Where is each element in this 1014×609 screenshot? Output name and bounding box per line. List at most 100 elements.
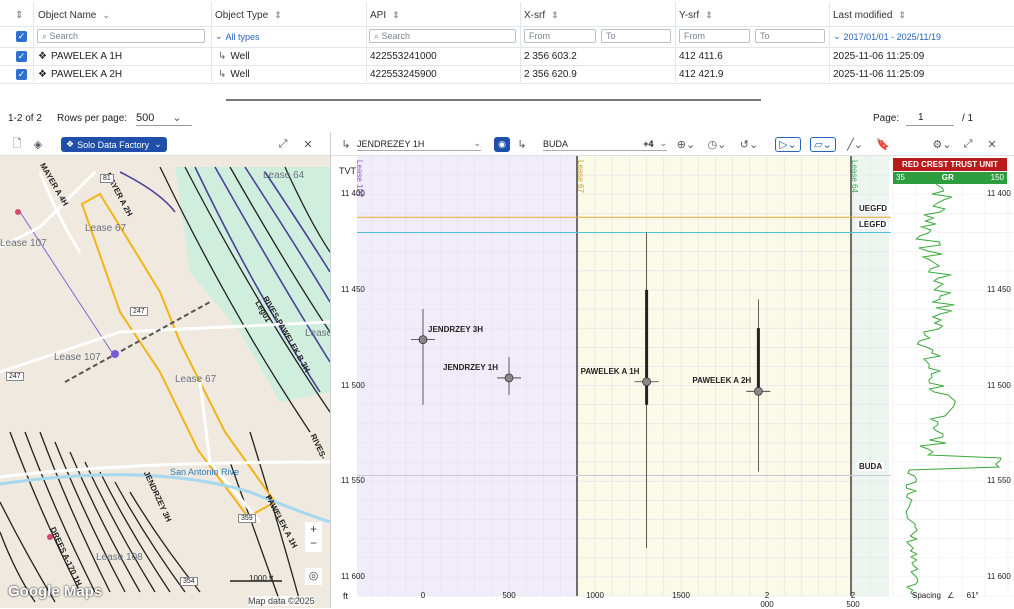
- page-input[interactable]: 1: [906, 110, 954, 126]
- col-header-type[interactable]: Object Type ⇕: [215, 7, 282, 24]
- horizon-label: LEGFD: [857, 219, 889, 229]
- table-row[interactable]: ❖ PAWELEK A 2H: [38, 66, 122, 83]
- horizon-label: UEGFD: [857, 204, 889, 214]
- name-search-input[interactable]: ⌕ Search: [37, 29, 205, 43]
- file-icon[interactable]: 🗋: [10, 137, 24, 151]
- map-label: Lease 67: [85, 223, 127, 234]
- trajectory-icon[interactable]: ↳: [515, 137, 529, 152]
- y-to-input[interactable]: To: [755, 29, 825, 43]
- y-from-input[interactable]: From: [679, 29, 750, 43]
- map-view[interactable]: Lease 64 Lease 67 Lease 107 Lease 107 Le…: [0, 132, 330, 608]
- angle-icon: ∠: [947, 591, 955, 600]
- locate-icon[interactable]: ◎: [305, 568, 322, 585]
- line-tool-icon[interactable]: ╱⌄: [844, 137, 866, 152]
- target-icon[interactable]: ⊕⌄: [676, 137, 696, 152]
- map-label: Lease 107: [54, 352, 101, 363]
- select-all-checkbox[interactable]: ✓: [16, 28, 27, 45]
- api-search-input[interactable]: ⌕ Search: [369, 29, 516, 43]
- zoom-control[interactable]: + −: [305, 522, 322, 552]
- log-title: RED CREST TRUST UNIT: [893, 158, 1007, 171]
- cell-y: 412 411.6: [679, 51, 723, 62]
- well-icon: ↳: [218, 69, 227, 80]
- x-from-input[interactable]: From: [524, 29, 596, 43]
- expand-icon[interactable]: ⤢: [961, 137, 975, 152]
- target-select[interactable]: BUDA +4 ⌄: [543, 137, 667, 151]
- map-label: Lease 107: [0, 238, 47, 249]
- well-select[interactable]: JENDREZEY 1H ⌄: [357, 137, 481, 151]
- section-toolbar: ↳ JENDREZEY 1H ⌄ ◉ ↳ BUDA +4 ⌄ ⊕⌄ ◷⌄ ↺⌄ ▷⌄ …: [331, 132, 1014, 156]
- well-marker: [642, 377, 652, 387]
- row-checkbox[interactable]: ✓: [16, 48, 27, 65]
- signal-icon[interactable]: ◉: [494, 137, 510, 152]
- col-header-modified[interactable]: Last modified ⇕: [833, 7, 906, 24]
- cell-api: 422553245900: [370, 69, 437, 80]
- well-label[interactable]: JENDRZEY 3H: [428, 325, 483, 334]
- well-group-icon: ❖: [38, 69, 47, 80]
- cell-x: 2 356 620.9: [524, 69, 577, 80]
- river-label: San Antonio Rive: [170, 467, 240, 477]
- rows-per-page-select[interactable]: 500 ⌄: [136, 110, 192, 126]
- x-to-input[interactable]: To: [601, 29, 671, 43]
- cell-modified: 2025-11-06 11:25:09: [833, 51, 925, 62]
- x-tick-label: 0: [420, 591, 426, 600]
- depth-tick-label: 11 450: [341, 284, 365, 294]
- well-label[interactable]: PAWELEK A 1H: [581, 367, 640, 376]
- well-marker: [753, 386, 763, 396]
- x-tick-label: 1000: [586, 591, 604, 600]
- road-shield: 359: [238, 514, 256, 523]
- depth-tick-label: 11 600: [341, 571, 365, 581]
- page-total: / 1: [962, 112, 974, 124]
- sort-all-icon[interactable]: ⇕: [15, 7, 23, 24]
- well-label[interactable]: JENDRZEY 1H: [443, 363, 498, 372]
- road-shield: 81: [100, 174, 114, 183]
- gear-icon[interactable]: ⚙⌄: [931, 137, 953, 152]
- row-checkbox[interactable]: ✓: [16, 66, 27, 83]
- col-header-api[interactable]: API ⇕: [370, 7, 400, 24]
- map-attribution: Map data ©2025: [248, 596, 315, 606]
- date-range-filter[interactable]: ⌄ 2017/01/01 - 2025/11/19: [833, 28, 941, 45]
- depth-tick-label: 11 550: [987, 476, 1011, 486]
- well-marker: [418, 335, 428, 345]
- horizon-label: BUDA: [857, 462, 885, 472]
- map-label: Lease: [305, 328, 330, 339]
- table-row[interactable]: ❖ PAWELEK A 1H: [38, 48, 122, 65]
- chevron-down-icon: ⌄: [102, 10, 110, 20]
- source-selector[interactable]: ❖ Solo Data Factory ⌄: [61, 137, 167, 152]
- map-label: Lease 67: [175, 374, 217, 385]
- cell-type: ↳ Well: [218, 51, 250, 62]
- depth-tick-label: 11 600: [987, 571, 1011, 581]
- depth-tick-label: 11 450: [987, 284, 1011, 294]
- type-filter-select[interactable]: ⌄ All types: [215, 28, 260, 45]
- row-divider: [0, 26, 1014, 27]
- close-icon[interactable]: ✕: [985, 137, 999, 152]
- spacing-control[interactable]: Spacing ∠ 61°: [912, 591, 979, 600]
- sort-icon: ⇕: [551, 10, 559, 20]
- cell-y: 412 421.9: [679, 69, 724, 80]
- x-tick-label: 1500: [672, 591, 690, 600]
- factory-icon: ❖: [66, 139, 75, 149]
- play-menu-icon[interactable]: ▷⌄: [775, 137, 801, 152]
- cell-x: 2 356 603.2: [524, 51, 577, 62]
- shape-menu-icon[interactable]: ▱⌄: [810, 137, 836, 152]
- x-tick-label: 2 000: [760, 591, 774, 609]
- expand-icon[interactable]: ⤢: [276, 137, 290, 151]
- horizontal-scrollbar[interactable]: [226, 99, 761, 101]
- clock-icon[interactable]: ◷⌄: [707, 137, 727, 152]
- col-header-xsrf[interactable]: X-srf ⇕: [524, 7, 559, 24]
- well-label[interactable]: PAWELEK A 2H: [692, 376, 751, 385]
- layers-icon[interactable]: ◈: [31, 137, 45, 151]
- history-icon[interactable]: ↺⌄: [739, 137, 759, 152]
- bookmark-icon[interactable]: 🔖: [876, 137, 890, 152]
- col-header-ysrf[interactable]: Y-srf ⇕: [679, 7, 713, 24]
- well-icon: ↳: [341, 138, 351, 151]
- lease-label: Lease 64: [850, 160, 859, 193]
- sort-icon: ⇕: [705, 10, 713, 20]
- map-label: Lease 108: [96, 552, 143, 563]
- section-view[interactable]: ↳ JENDREZEY 1H ⌄ ◉ ↳ BUDA +4 ⌄ ⊕⌄ ◷⌄ ↺⌄ ▷⌄ …: [330, 132, 1014, 609]
- x-tick-label: 2 500: [846, 591, 860, 609]
- x-unit: ft: [343, 591, 349, 601]
- map-scale: 1000 ft: [249, 574, 274, 583]
- col-header-name[interactable]: Object Name ⌄: [38, 7, 110, 24]
- cell-type: ↳ Well: [218, 69, 250, 80]
- close-icon[interactable]: ✕: [301, 137, 315, 151]
